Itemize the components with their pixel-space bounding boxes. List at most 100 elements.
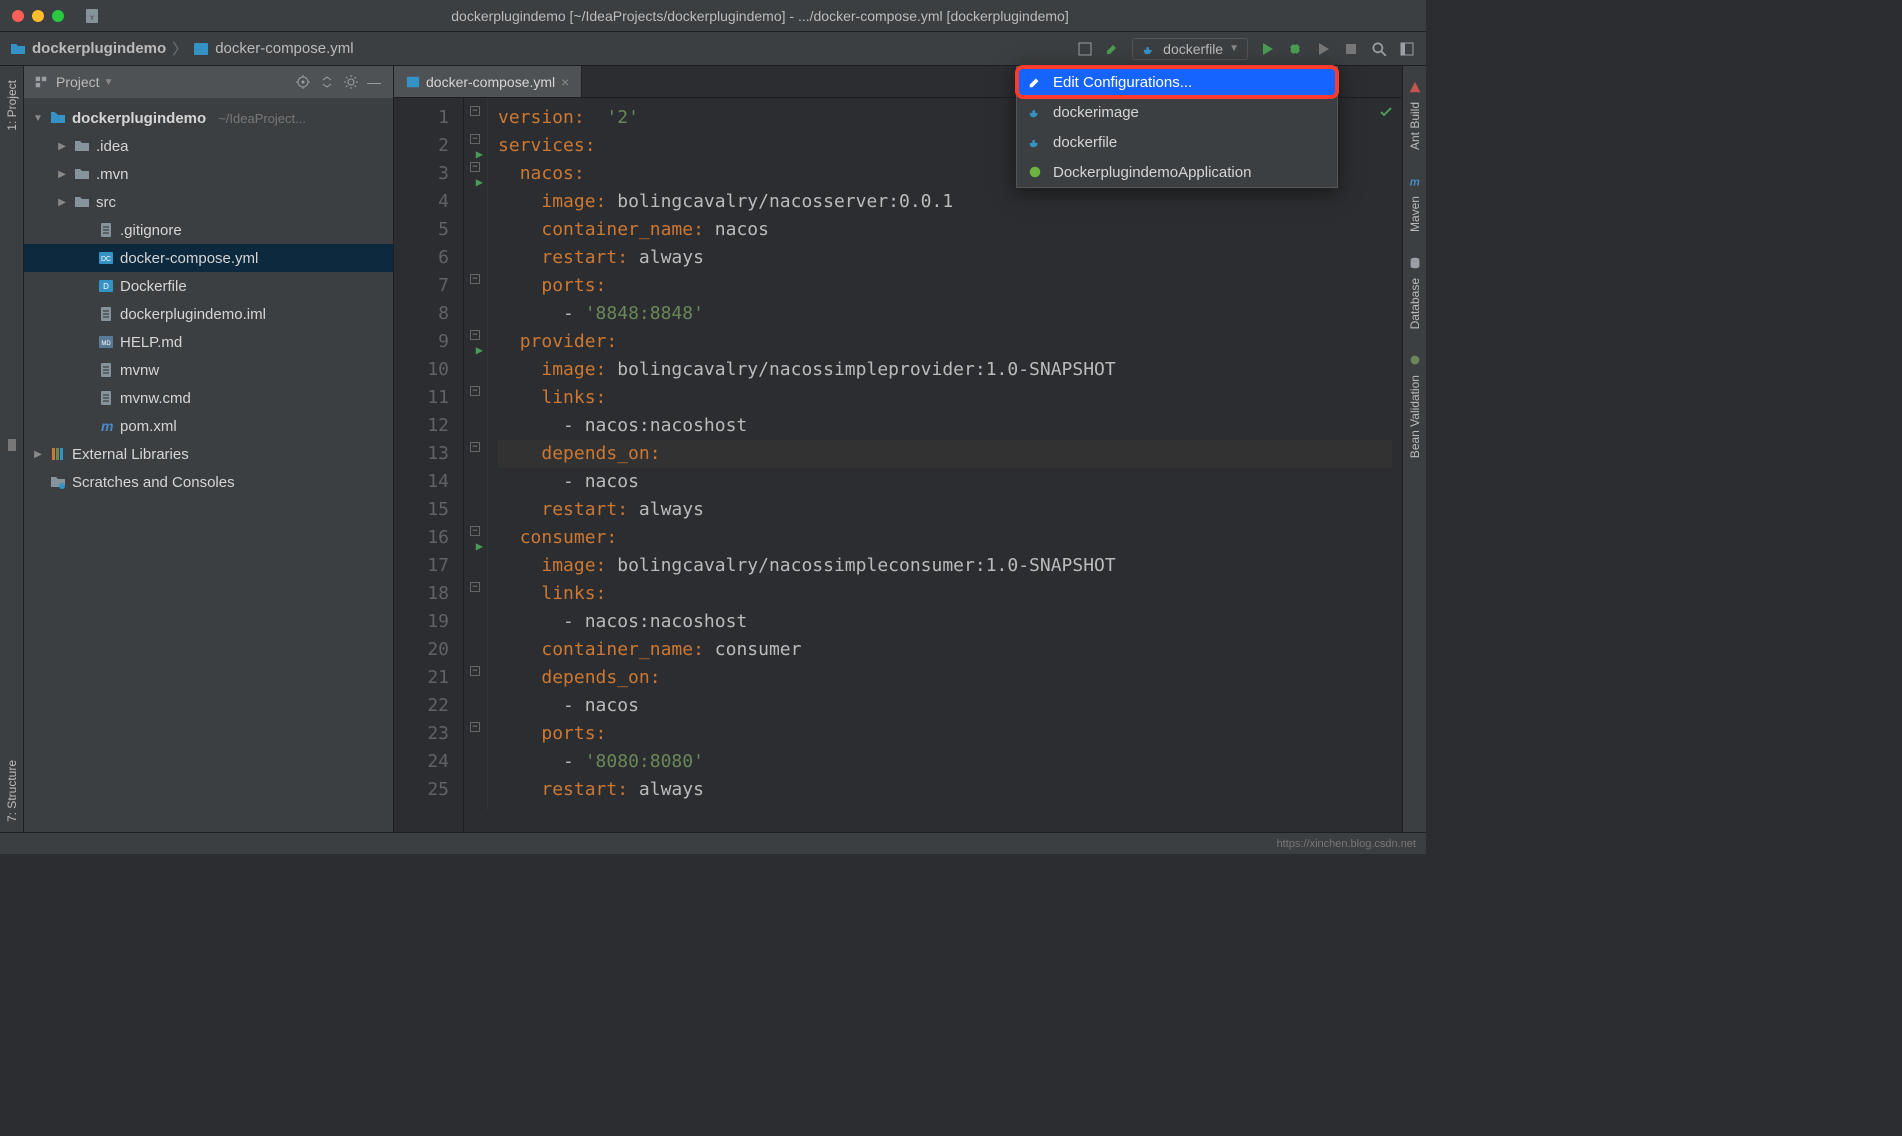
close-window-button[interactable] (12, 10, 24, 22)
hammer-icon[interactable] (1104, 40, 1122, 58)
run-button[interactable] (1258, 40, 1276, 58)
code-line[interactable]: depends_on: (498, 664, 1392, 692)
code-line[interactable]: restart: always (498, 776, 1392, 804)
chevron-right-icon[interactable]: ▶ (56, 141, 68, 152)
popup-item[interactable]: DockerplugindemoApplication (1017, 157, 1337, 187)
bookmark-icon[interactable] (4, 437, 20, 453)
code-line[interactable]: image: bolingcavalry/nacossimpleprovider… (498, 356, 1392, 384)
fold-toggle[interactable]: − (470, 330, 480, 340)
code-line[interactable]: image: bolingcavalry/nacossimpleconsumer… (498, 552, 1392, 580)
popup-item[interactable]: dockerimage (1017, 97, 1337, 127)
line-number[interactable]: 15 (394, 496, 463, 524)
line-number[interactable]: 17 (394, 552, 463, 580)
chevron-down-icon[interactable]: ▼ (32, 113, 44, 124)
line-number[interactable]: 5 (394, 216, 463, 244)
code-line[interactable]: ports: (498, 720, 1392, 748)
line-number[interactable]: 18 (394, 580, 463, 608)
tree-root[interactable]: ▼ dockerplugindemo ~/IdeaProject... (24, 104, 393, 132)
code-line[interactable]: links: (498, 580, 1392, 608)
tree-scratches[interactable]: Scratches and Consoles (24, 468, 393, 496)
close-tab-icon[interactable]: × (561, 74, 569, 90)
code-line[interactable]: - nacos (498, 692, 1392, 720)
tree-item[interactable]: dockerplugindemo.iml (24, 300, 393, 328)
line-number[interactable]: 19 (394, 608, 463, 636)
chevron-right-icon[interactable]: ▶ (56, 169, 68, 180)
code-line[interactable]: depends_on: (498, 440, 1392, 468)
fold-toggle[interactable]: − (470, 386, 480, 396)
tool-window-button[interactable]: Bean Validation (1408, 353, 1422, 466)
code-line[interactable]: - '8848:8848' (498, 300, 1392, 328)
run-configuration-selector[interactable]: dockerfile ▼ (1132, 38, 1248, 60)
structure-tool-button[interactable]: 7: Structure (5, 760, 19, 822)
line-number[interactable]: 6 (394, 244, 463, 272)
line-number[interactable]: 9▶ (394, 328, 463, 356)
line-number[interactable]: 11 (394, 384, 463, 412)
debug-button[interactable] (1286, 40, 1304, 58)
search-icon[interactable] (1370, 40, 1388, 58)
editor-body[interactable]: 12▶3▶456789▶10111213141516▶1718192021222… (394, 98, 1402, 832)
line-number[interactable]: 3▶ (394, 160, 463, 188)
minimize-window-button[interactable] (32, 10, 44, 22)
fold-toggle[interactable]: − (470, 722, 480, 732)
editor-tab[interactable]: docker-compose.yml × (394, 66, 582, 97)
chevron-right-icon[interactable]: ▶ (56, 197, 68, 208)
tree-item[interactable]: ▶ .idea (24, 132, 393, 160)
code-line[interactable]: ports: (498, 272, 1392, 300)
line-gutter[interactable]: 12▶3▶456789▶10111213141516▶1718192021222… (394, 98, 464, 832)
expand-all-icon[interactable] (319, 74, 335, 90)
code-line[interactable]: consumer: (498, 524, 1392, 552)
maximize-window-button[interactable] (52, 10, 64, 22)
project-title[interactable]: Project ▼ (56, 74, 113, 90)
tool-window-button[interactable]: Ant Build (1408, 80, 1422, 158)
line-number[interactable]: 10 (394, 356, 463, 384)
line-number[interactable]: 24 (394, 748, 463, 776)
tree-item[interactable]: mvnw (24, 356, 393, 384)
fold-column[interactable]: −−−−−−−−−−− (464, 98, 488, 810)
tree-item[interactable]: D Dockerfile (24, 272, 393, 300)
tree-item[interactable]: mvnw.cmd (24, 384, 393, 412)
line-number[interactable]: 14 (394, 468, 463, 496)
tree-item[interactable]: m pom.xml (24, 412, 393, 440)
line-number[interactable]: 22 (394, 692, 463, 720)
tree-item[interactable]: .gitignore (24, 216, 393, 244)
code-area[interactable]: version: '2'services: nacos: image: boli… (488, 98, 1402, 832)
build-icon[interactable] (1076, 40, 1094, 58)
breadcrumb-project[interactable]: dockerplugindemo (32, 40, 166, 57)
code-line[interactable]: - nacos:nacoshost (498, 608, 1392, 636)
line-number[interactable]: 8 (394, 300, 463, 328)
fold-toggle[interactable]: − (470, 526, 480, 536)
code-line[interactable]: - nacos:nacoshost (498, 412, 1392, 440)
code-line[interactable]: provider: (498, 328, 1392, 356)
gear-icon[interactable] (343, 74, 359, 90)
tree-item[interactable]: MD HELP.md (24, 328, 393, 356)
line-number[interactable]: 13 (394, 440, 463, 468)
fold-toggle[interactable]: − (470, 666, 480, 676)
line-number[interactable]: 7 (394, 272, 463, 300)
line-number[interactable]: 4 (394, 188, 463, 216)
popup-item[interactable]: dockerfile (1017, 127, 1337, 157)
tool-window-button[interactable]: Database (1408, 256, 1422, 337)
code-line[interactable]: links: (498, 384, 1392, 412)
line-number[interactable]: 2▶ (394, 132, 463, 160)
code-line[interactable]: container_name: consumer (498, 636, 1392, 664)
layout-settings-icon[interactable] (1398, 40, 1416, 58)
line-number[interactable]: 16▶ (394, 524, 463, 552)
breadcrumb-file[interactable]: docker-compose.yml (215, 40, 353, 57)
code-line[interactable]: - '8080:8080' (498, 748, 1392, 776)
fold-toggle[interactable]: − (470, 134, 480, 144)
fold-toggle[interactable]: − (470, 582, 480, 592)
code-line[interactable]: restart: always (498, 496, 1392, 524)
fold-toggle[interactable]: − (470, 162, 480, 172)
code-line[interactable]: container_name: nacos (498, 216, 1392, 244)
fold-toggle[interactable]: − (470, 274, 480, 284)
code-line[interactable]: - nacos (498, 468, 1392, 496)
line-number[interactable]: 23 (394, 720, 463, 748)
chevron-right-icon[interactable]: ▶ (32, 449, 44, 460)
run-coverage-button[interactable] (1314, 40, 1332, 58)
line-number[interactable]: 12 (394, 412, 463, 440)
line-number[interactable]: 25 (394, 776, 463, 804)
tree-item[interactable]: ▶ .mvn (24, 160, 393, 188)
tree-item[interactable]: DC docker-compose.yml (24, 244, 393, 272)
line-number[interactable]: 1 (394, 104, 463, 132)
project-tool-button[interactable]: 1: Project (5, 72, 19, 139)
